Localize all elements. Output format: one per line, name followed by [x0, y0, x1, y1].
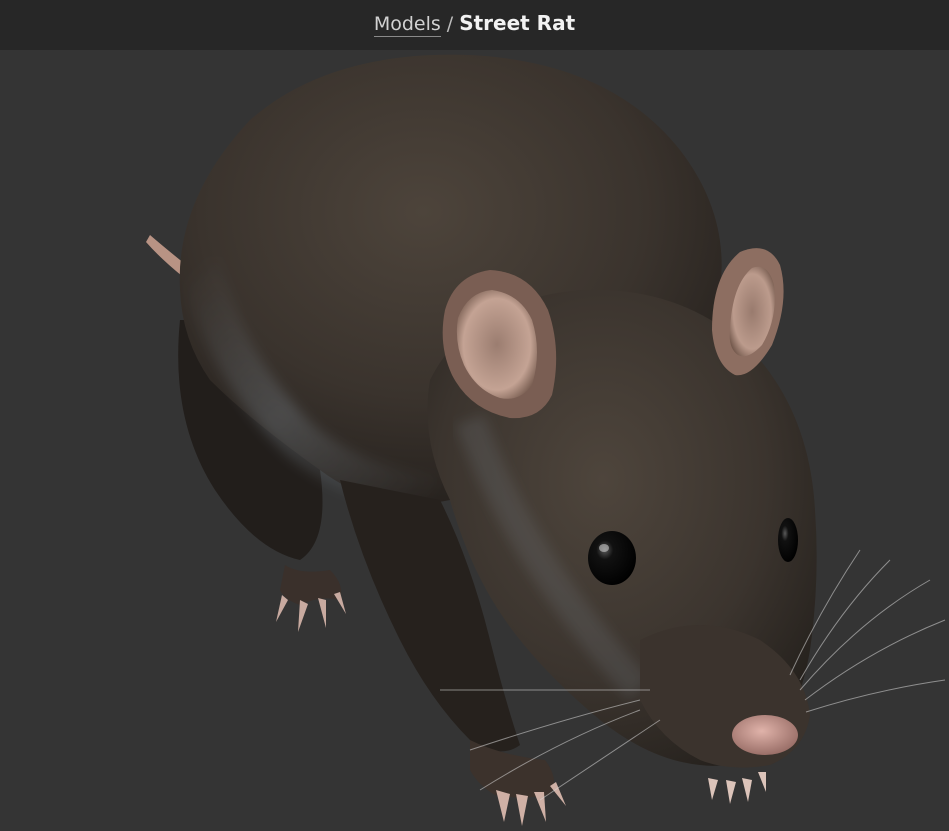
nose — [732, 715, 798, 755]
rat-model-render — [146, 54, 946, 826]
model-viewer: Models / Street Rat — [0, 0, 949, 831]
mouth-claws — [708, 772, 766, 804]
far-eye — [778, 518, 798, 562]
page-title: Street Rat — [459, 11, 576, 35]
breadcrumb-models-link[interactable]: Models — [373, 13, 441, 37]
breadcrumb-separator: / — [446, 13, 454, 35]
3d-viewport[interactable] — [0, 50, 949, 831]
top-bar: Models / Street Rat — [0, 0, 949, 50]
hind-paw — [276, 565, 346, 632]
far-ear — [712, 248, 784, 376]
front-paw — [470, 740, 566, 826]
breadcrumb: Models / Street Rat — [373, 11, 576, 37]
near-eye — [588, 531, 636, 585]
